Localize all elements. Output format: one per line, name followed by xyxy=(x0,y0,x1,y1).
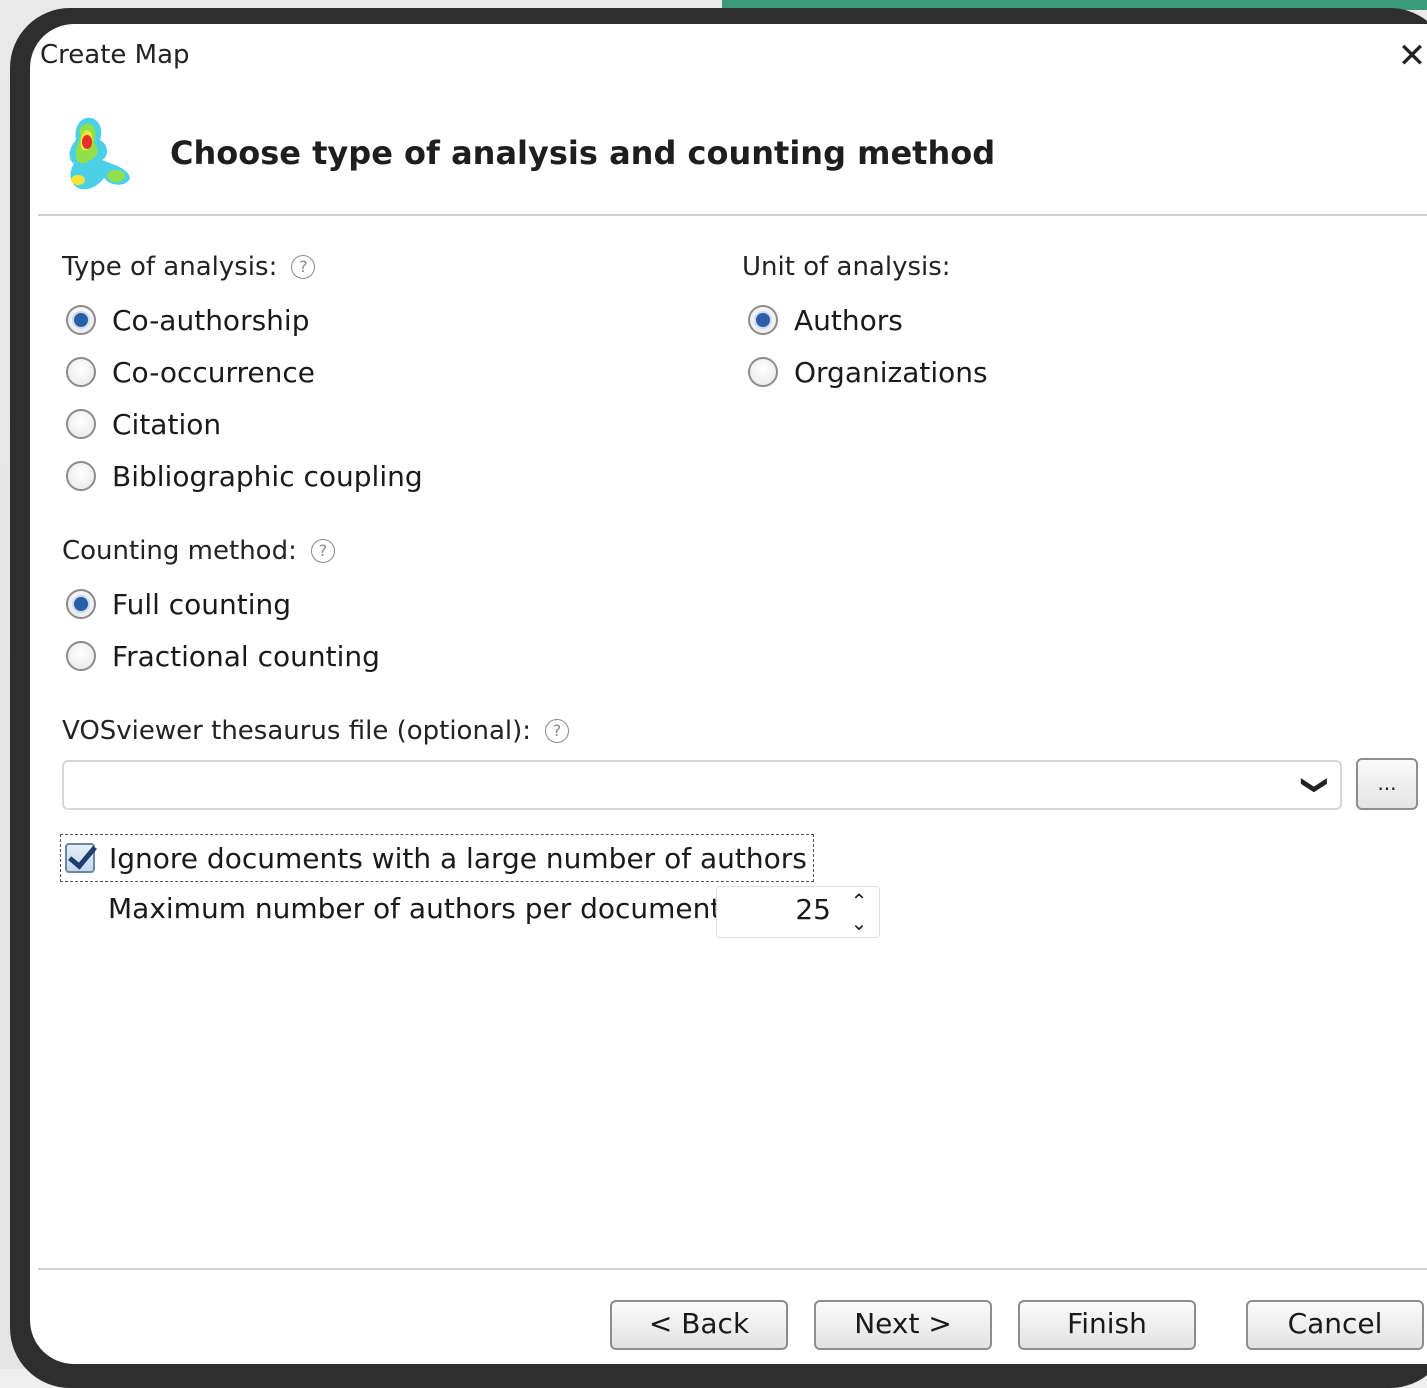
type-of-analysis-text: Type of analysis: xyxy=(62,252,278,282)
thesaurus-label: VOSviewer thesaurus file (optional):? xyxy=(62,716,570,746)
browse-button[interactable]: ... xyxy=(1356,758,1418,810)
radio-button-icon[interactable] xyxy=(748,305,778,335)
vosviewer-density-icon xyxy=(69,117,130,190)
dialog-frame: Create Map ✕ Choose type of analysis and… xyxy=(10,8,1427,1388)
radio-co-occurrence[interactable]: Co-occurrence xyxy=(66,352,315,392)
radio-button-icon[interactable] xyxy=(748,357,778,387)
finish-button[interactable]: Finish xyxy=(1018,1300,1196,1350)
help-icon[interactable]: ? xyxy=(310,539,335,563)
create-map-dialog: Create Map ✕ Choose type of analysis and… xyxy=(30,24,1427,1364)
radio-co-authorship[interactable]: Co-authorship xyxy=(66,300,309,340)
spin-down-icon[interactable]: ⌄ xyxy=(843,912,875,934)
counting-method-text: Counting method: xyxy=(62,536,297,566)
radio-full-counting[interactable]: Full counting xyxy=(66,584,291,624)
checkbox-checked-icon[interactable] xyxy=(65,843,95,873)
radio-label: Citation xyxy=(112,407,222,441)
radio-button-icon[interactable] xyxy=(66,641,96,671)
radio-organizations[interactable]: Organizations xyxy=(748,352,988,392)
radio-label: Bibliographic coupling xyxy=(112,459,423,493)
window-title: Create Map xyxy=(40,40,190,70)
back-button[interactable]: < Back xyxy=(610,1300,788,1350)
radio-label: Organizations xyxy=(794,355,988,389)
type-of-analysis-label: Type of analysis:? xyxy=(62,252,316,282)
thesaurus-text: VOSviewer thesaurus file (optional): xyxy=(62,716,532,746)
chevron-down-icon[interactable]: ❯ xyxy=(1298,768,1332,802)
radio-authors[interactable]: Authors xyxy=(748,300,903,340)
help-icon[interactable]: ? xyxy=(545,719,570,743)
radio-button-icon[interactable] xyxy=(66,461,96,491)
page-title: Choose type of analysis and counting met… xyxy=(170,134,996,172)
max-authors-label: Maximum number of authors per document: xyxy=(108,892,731,925)
thesaurus-file-combobox[interactable]: ❯ xyxy=(62,760,1342,810)
radio-fractional-counting[interactable]: Fractional counting xyxy=(66,636,380,676)
cancel-button[interactable]: Cancel xyxy=(1246,1300,1424,1350)
unit-of-analysis-label: Unit of analysis: xyxy=(742,252,951,282)
help-icon[interactable]: ? xyxy=(291,255,316,279)
radio-label: Authors xyxy=(794,303,903,337)
max-authors-value[interactable]: 25 xyxy=(795,893,831,926)
footer-divider xyxy=(38,1268,1427,1270)
counting-method-label: Counting method:? xyxy=(62,536,335,566)
checkbox-label: Ignore documents with a large number of … xyxy=(109,841,807,875)
header-divider xyxy=(38,214,1427,216)
radio-label: Co-occurrence xyxy=(112,355,315,389)
radio-button-icon[interactable] xyxy=(66,589,96,619)
radio-button-icon[interactable] xyxy=(66,305,96,335)
max-authors-spinner[interactable]: 25 ⌃ ⌄ xyxy=(716,886,880,938)
spin-up-icon[interactable]: ⌃ xyxy=(843,890,875,912)
radio-citation[interactable]: Citation xyxy=(66,404,221,444)
ignore-large-documents-checkbox[interactable]: Ignore documents with a large number of … xyxy=(60,834,814,882)
radio-bibliographic-coupling[interactable]: Bibliographic coupling xyxy=(66,456,423,496)
radio-button-icon[interactable] xyxy=(66,409,96,439)
next-button[interactable]: Next > xyxy=(814,1300,992,1350)
close-button[interactable]: ✕ xyxy=(1392,36,1427,76)
radio-button-icon[interactable] xyxy=(66,357,96,387)
radio-label: Fractional counting xyxy=(112,639,380,673)
radio-label: Full counting xyxy=(112,587,292,621)
radio-label: Co-authorship xyxy=(112,303,310,337)
